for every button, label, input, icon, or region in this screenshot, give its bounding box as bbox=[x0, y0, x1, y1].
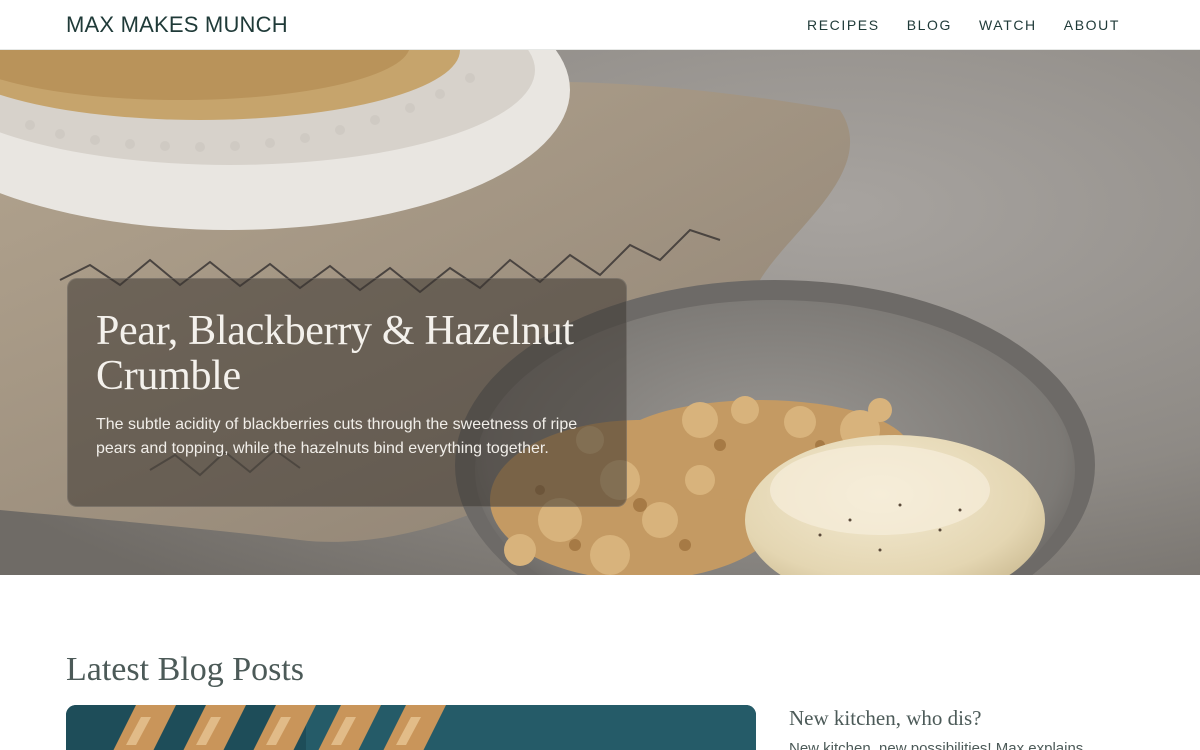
nav-blog-link[interactable]: BLOG bbox=[907, 17, 952, 33]
side-post-excerpt: New kitchen, new possibilities! Max expl… bbox=[789, 740, 1084, 750]
nav-recipes-link[interactable]: RECIPES bbox=[807, 17, 880, 33]
nav-about-link[interactable]: ABOUT bbox=[1064, 17, 1120, 33]
hero-title[interactable]: Pear, Blackberry & Hazelnut Crumble bbox=[96, 309, 598, 399]
baguettes-photo bbox=[66, 705, 756, 750]
latest-blog-posts-heading: Latest Blog Posts bbox=[66, 651, 305, 688]
main-nav: RECIPES BLOG WATCH ABOUT bbox=[807, 17, 1120, 33]
side-post-title-link[interactable]: New kitchen, who dis? bbox=[789, 706, 981, 731]
nav-watch-link[interactable]: WATCH bbox=[979, 17, 1037, 33]
hero-description: The subtle acidity of blackberries cuts … bbox=[96, 416, 578, 457]
featured-post-image[interactable] bbox=[66, 705, 756, 750]
hero-banner[interactable]: Pear, Blackberry & Hazelnut Crumble The … bbox=[0, 50, 1200, 575]
site-header: MAX MAKES MUNCH RECIPES BLOG WATCH ABOUT bbox=[0, 0, 1200, 50]
hero-caption-card[interactable]: Pear, Blackberry & Hazelnut Crumble The … bbox=[67, 278, 627, 507]
site-logo-link[interactable]: MAX MAKES MUNCH bbox=[66, 12, 288, 38]
